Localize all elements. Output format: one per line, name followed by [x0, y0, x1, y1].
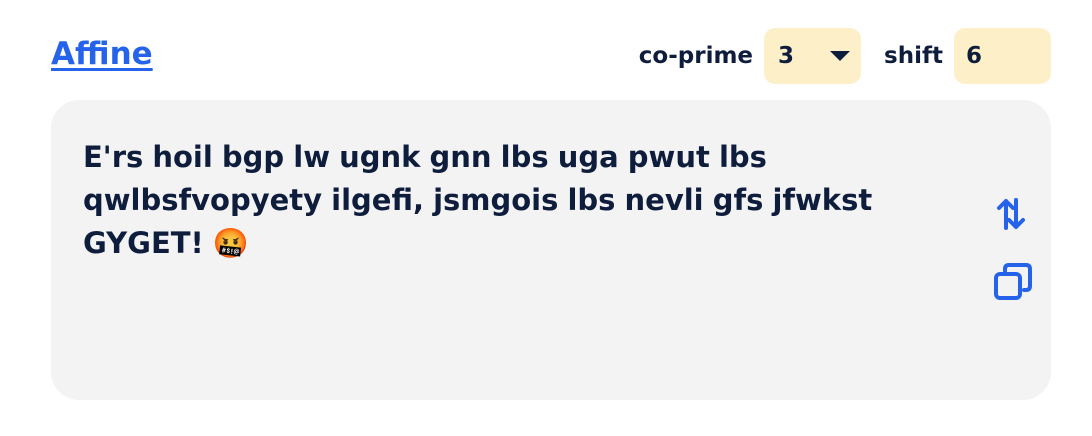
- cipher-title-link[interactable]: Affine: [51, 36, 153, 72]
- copy-button[interactable]: [991, 260, 1035, 304]
- swap-arrows-icon: [997, 198, 1025, 230]
- coprime-select[interactable]: 3: [764, 28, 862, 84]
- swap-button[interactable]: [993, 196, 1029, 232]
- cipher-controls: co-prime 3 shift 6: [639, 28, 1051, 84]
- coprime-label: co-prime: [638, 43, 754, 69]
- shift-input[interactable]: 6: [954, 28, 1051, 84]
- coprime-select-value: 3: [778, 43, 795, 69]
- cipher-card: Affine co-prime 3 shift 6 E'rs hoil bgp …: [0, 0, 1092, 436]
- cipher-output-text: E'rs hoil bgp lw ugnk gnn lbs uga pwut l…: [83, 140, 873, 260]
- output-panel: E'rs hoil bgp lw ugnk gnn lbs uga pwut l…: [51, 100, 1051, 400]
- shift-label: shift: [884, 43, 943, 69]
- copy-icon: [994, 263, 1032, 300]
- chevron-down-icon: [830, 51, 851, 61]
- card-header: Affine co-prime 3 shift 6: [51, 28, 1051, 84]
